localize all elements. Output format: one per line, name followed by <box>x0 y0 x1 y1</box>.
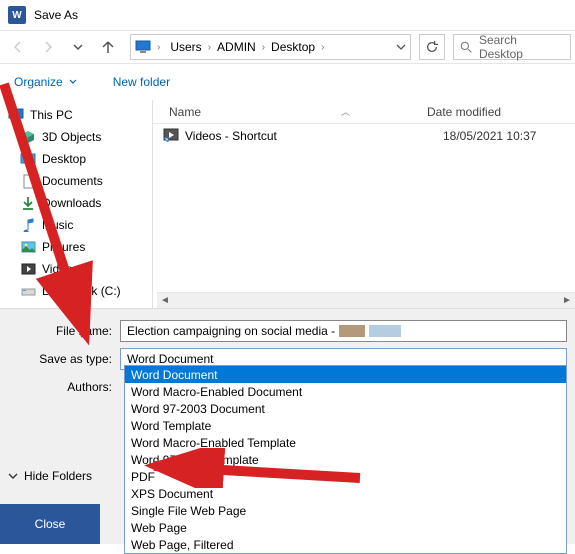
tree-3d-objects[interactable]: 3D Objects <box>2 126 152 148</box>
word-app-icon: W <box>8 6 26 24</box>
scroll-left-icon[interactable]: ◄ <box>157 293 173 309</box>
this-pc-icon <box>8 107 24 123</box>
file-date: 18/05/2021 10:37 <box>443 129 536 143</box>
address-bar[interactable]: › Users › ADMIN › Desktop › <box>130 34 411 60</box>
toolbar: Organize New folder <box>0 64 575 100</box>
filename-input[interactable]: Election campaigning on social media - <box>120 320 567 342</box>
chevron-down-icon <box>69 78 77 86</box>
authors-label: Authors: <box>0 380 120 394</box>
dd-item-word-97-2003[interactable]: Word 97-2003 Document <box>125 400 566 417</box>
tree-downloads[interactable]: Downloads <box>2 192 152 214</box>
chevron-right-icon: › <box>208 42 211 53</box>
tree-item-label: 3D Objects <box>42 130 101 144</box>
tree-this-pc[interactable]: This PC <box>2 104 152 126</box>
dd-item-word-macro-template[interactable]: Word Macro-Enabled Template <box>125 434 566 451</box>
forward-button[interactable] <box>34 34 62 60</box>
redacted-swatch <box>339 325 365 337</box>
save-as-type-dropdown-list[interactable]: Word Document Word Macro-Enabled Documen… <box>124 365 567 554</box>
tree-videos[interactable]: Videos <box>2 258 152 280</box>
column-date[interactable]: Date modified <box>427 105 501 119</box>
videos-icon <box>20 261 36 277</box>
close-label: Close <box>35 517 66 531</box>
search-placeholder: Search Desktop <box>479 33 564 61</box>
tree-item-label: Desktop <box>42 152 86 166</box>
close-button[interactable]: Close <box>0 504 100 544</box>
dd-item-word-template[interactable]: Word Template <box>125 417 566 434</box>
form-area: File name: Election campaigning on socia… <box>0 308 575 544</box>
documents-icon <box>20 173 36 189</box>
dd-item-word-97-template[interactable]: Word 97-2003 Template <box>125 451 566 468</box>
dd-item-pdf[interactable]: PDF <box>125 468 566 485</box>
navigation-tree[interactable]: This PC 3D Objects Desktop Documents Dow… <box>0 100 152 308</box>
hide-folders-label: Hide Folders <box>24 469 92 483</box>
dd-item-word-macro-enabled[interactable]: Word Macro-Enabled Document <box>125 383 566 400</box>
disk-icon <box>20 283 36 299</box>
file-name: Videos - Shortcut <box>185 129 443 143</box>
dd-item-word-document[interactable]: Word Document <box>125 366 566 383</box>
tree-local-disk[interactable]: Local Disk (C:) <box>2 280 152 302</box>
up-button[interactable] <box>94 34 122 60</box>
tree-item-label: Downloads <box>42 196 101 210</box>
tree-item-label: Local Disk (C:) <box>42 284 121 298</box>
cube-icon <box>20 129 36 145</box>
desktop-icon <box>20 151 36 167</box>
music-icon <box>20 217 36 233</box>
search-icon <box>460 41 473 54</box>
tree-item-label: Documents <box>42 174 103 188</box>
shortcut-video-icon <box>163 128 179 144</box>
hide-folders-button[interactable]: Hide Folders <box>8 469 92 483</box>
navigation-bar: › Users › ADMIN › Desktop › Search Deskt… <box>0 30 575 64</box>
title-bar: W Save As <box>0 0 575 30</box>
save-as-type-value: Word Document <box>127 352 213 366</box>
scroll-right-icon[interactable]: ► <box>559 293 575 309</box>
chevron-right-icon: › <box>157 42 160 53</box>
organize-button[interactable]: Organize <box>14 75 77 89</box>
tree-item-label: Music <box>42 218 73 232</box>
tree-item-label: Videos <box>42 262 78 276</box>
crumb-users[interactable]: Users <box>166 38 205 56</box>
tree-root-label: This PC <box>30 108 73 122</box>
organize-label: Organize <box>14 75 63 89</box>
dd-item-web-page[interactable]: Web Page <box>125 519 566 536</box>
main-area: This PC 3D Objects Desktop Documents Dow… <box>0 100 575 308</box>
tree-item-label: Pictures <box>42 240 85 254</box>
file-header: Name ︿ Date modified <box>153 100 575 124</box>
dd-item-web-page-filtered[interactable]: Web Page, Filtered <box>125 536 566 553</box>
save-as-type-label: Save as type: <box>0 352 120 366</box>
filename-value: Election campaigning on social media - <box>127 324 335 338</box>
tree-desktop[interactable]: Desktop <box>2 148 152 170</box>
downloads-icon <box>20 195 36 211</box>
chevron-right-icon: › <box>262 42 265 53</box>
horizontal-scrollbar[interactable]: ◄ ► <box>157 292 575 308</box>
tree-music[interactable]: Music <box>2 214 152 236</box>
tree-pictures[interactable]: Pictures <box>2 236 152 258</box>
tree-documents[interactable]: Documents <box>2 170 152 192</box>
search-box[interactable]: Search Desktop <box>453 34 571 60</box>
new-folder-button[interactable]: New folder <box>113 75 170 89</box>
chevron-right-icon: › <box>321 42 324 53</box>
file-row[interactable]: Videos - Shortcut 18/05/2021 10:37 <box>153 124 575 148</box>
column-name[interactable]: Name <box>169 105 201 119</box>
filename-label: File name: <box>0 324 120 338</box>
address-dropdown-button[interactable] <box>396 42 406 52</box>
dd-item-xps[interactable]: XPS Document <box>125 485 566 502</box>
crumb-admin[interactable]: ADMIN <box>213 38 260 56</box>
file-view[interactable]: Name ︿ Date modified Videos - Shortcut 1… <box>153 100 575 308</box>
back-button[interactable] <box>4 34 32 60</box>
recent-locations-button[interactable] <box>64 34 92 60</box>
sort-caret-icon: ︿ <box>341 105 350 118</box>
this-pc-path-icon <box>135 40 151 54</box>
chevron-down-icon <box>8 471 18 481</box>
refresh-button[interactable] <box>419 34 445 60</box>
breadcrumb: Users › ADMIN › Desktop › <box>166 38 390 56</box>
window-title: Save As <box>34 8 78 22</box>
crumb-desktop[interactable]: Desktop <box>267 38 319 56</box>
redacted-swatch <box>369 325 401 337</box>
dd-item-single-file-web[interactable]: Single File Web Page <box>125 502 566 519</box>
pictures-icon <box>20 239 36 255</box>
